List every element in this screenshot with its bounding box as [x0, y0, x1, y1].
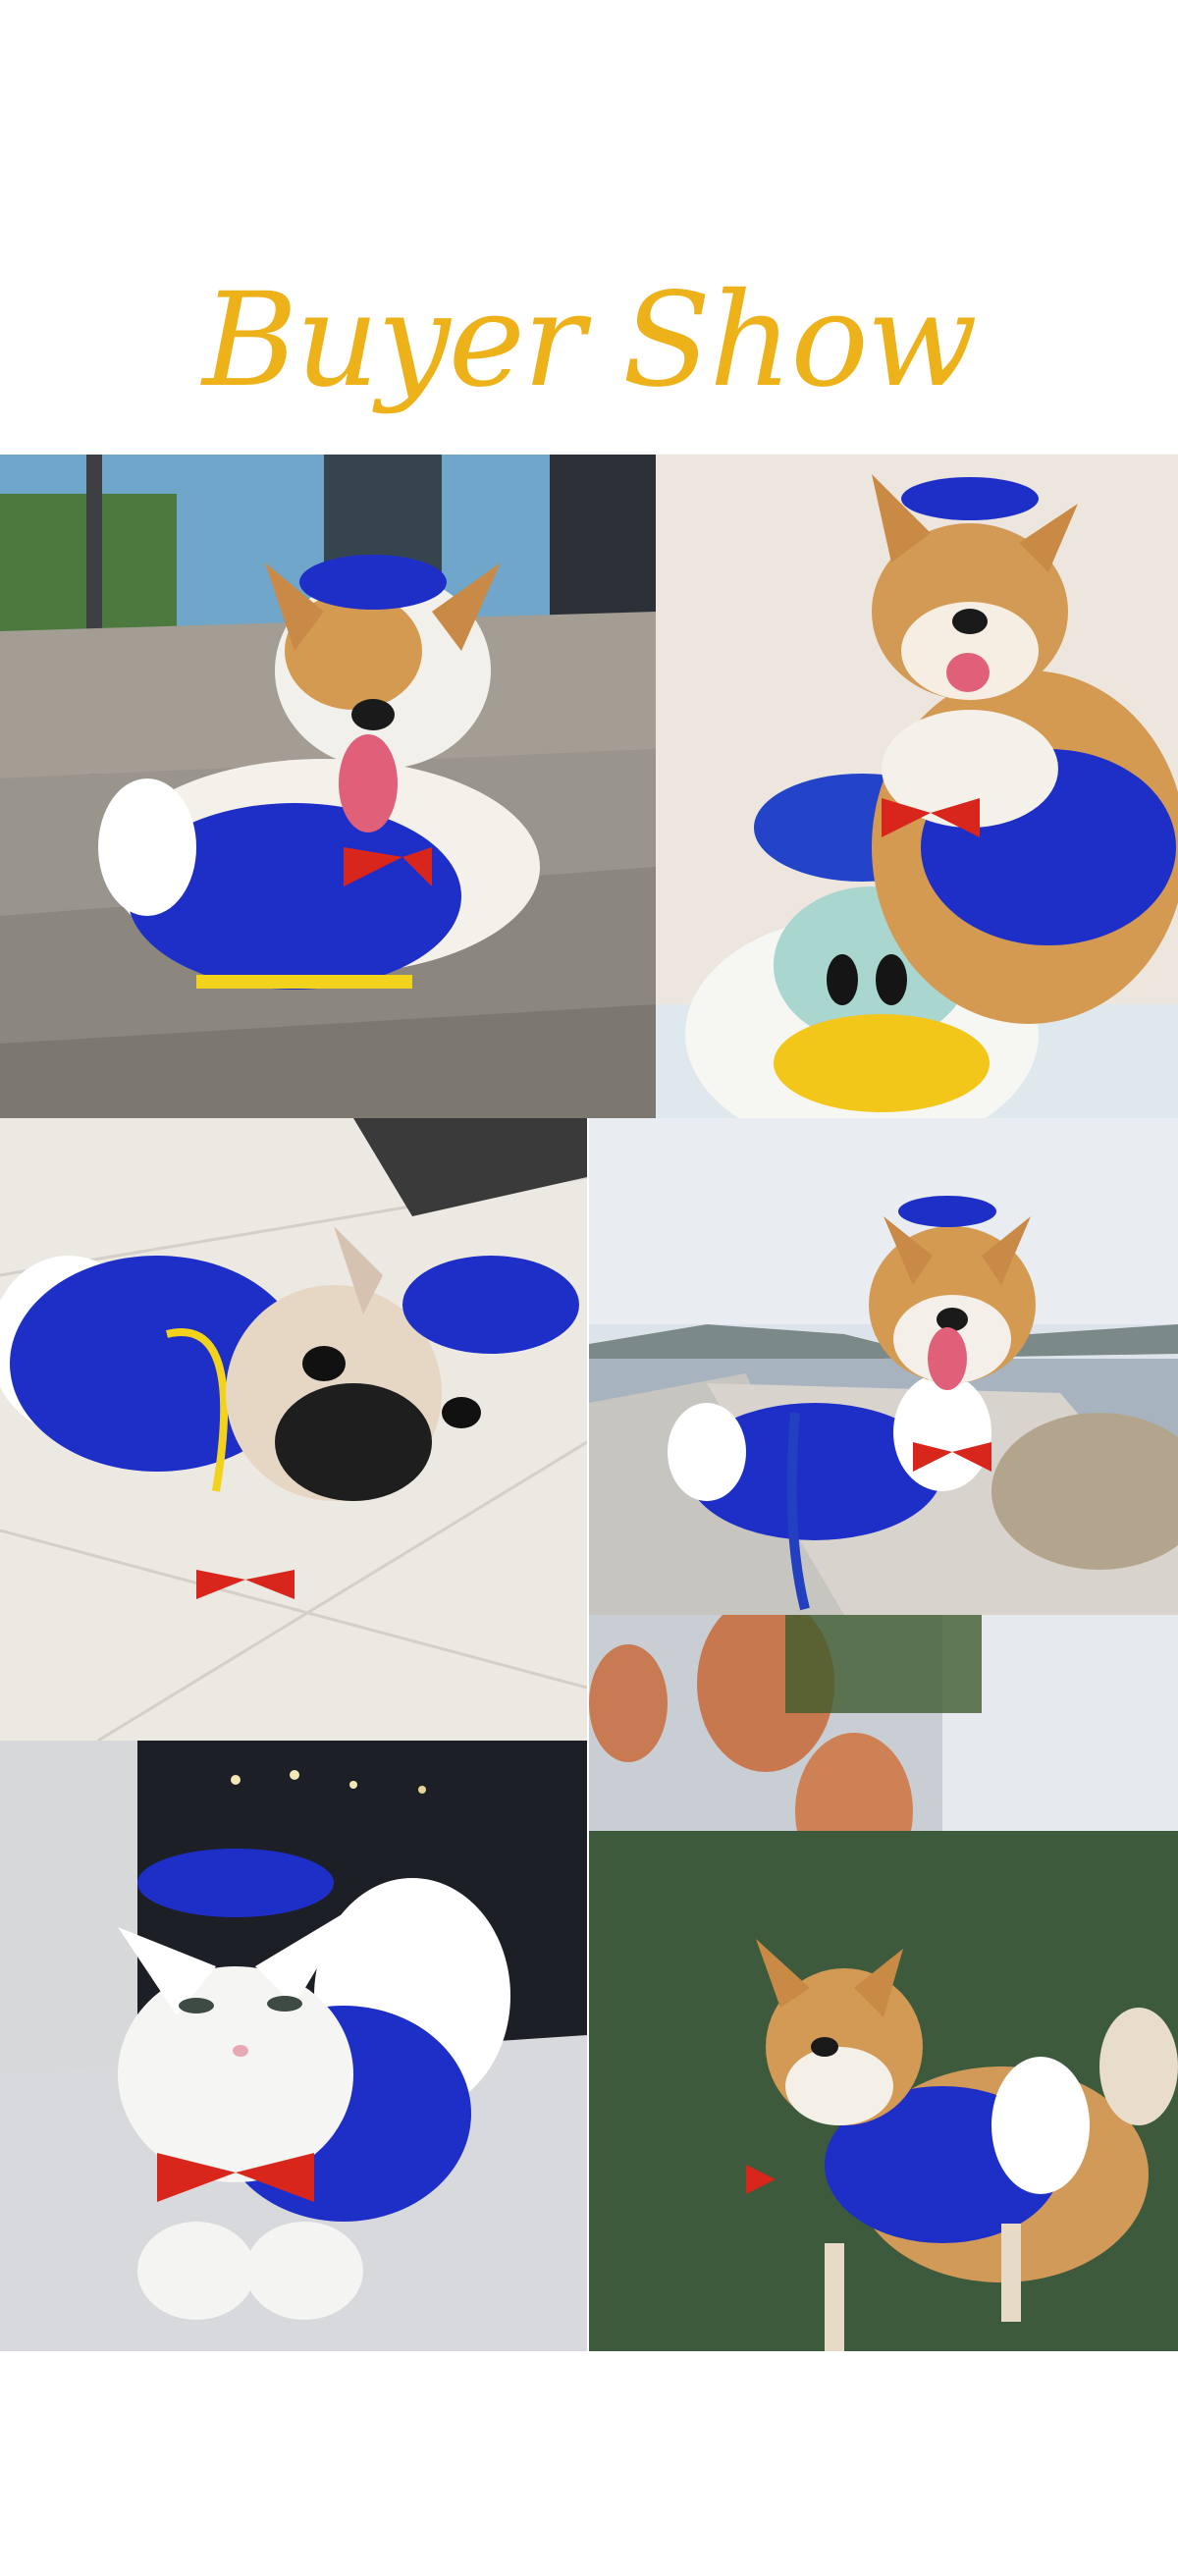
shiba-with-donald-plush-photo	[656, 455, 1178, 1118]
white-cat-in-costume-photo	[0, 1741, 587, 2351]
corgi-by-harbor-photo	[589, 1118, 1178, 1615]
buyer-show-title: Buyer Show	[202, 265, 978, 416]
corgi-on-stairs-photo	[0, 455, 656, 1118]
french-bulldog-on-tiles-photo	[0, 1118, 587, 1741]
shiba-on-grass-photo	[589, 1615, 1178, 2351]
